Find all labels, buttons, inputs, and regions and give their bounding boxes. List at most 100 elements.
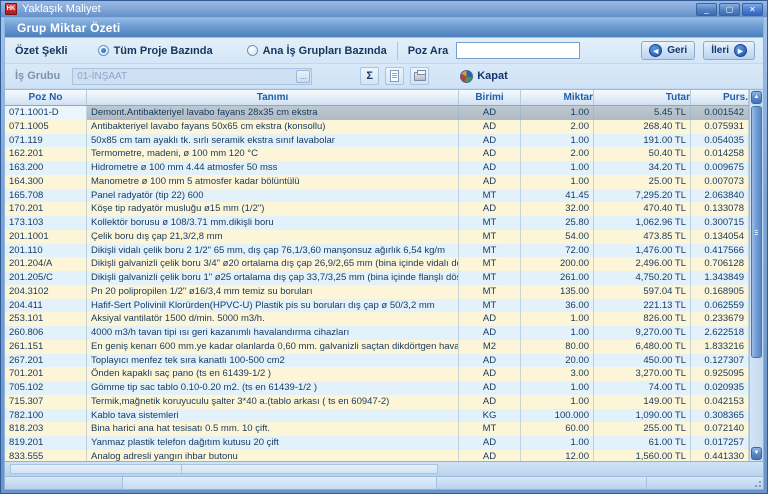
cell-birimi: AD [459,436,521,450]
scroll-up-icon[interactable]: ▲ [751,91,762,104]
table-row[interactable]: 165.708 Panel radyatör (tip 22) 600 MT 4… [5,189,749,203]
cell-purs: 0.075931 [691,120,749,134]
cell-purs: 0.168905 [691,285,749,299]
document-icon [390,70,399,82]
cell-tutar: 1,476.00 TL [594,244,691,258]
scrollbar-thumb[interactable] [751,106,762,358]
close-panel-button[interactable]: Kapat [453,67,515,86]
table-row[interactable]: 201.110 Dikişli vidalı çelik boru 2 1/2"… [5,244,749,258]
cell-tutar: 1,090.00 TL [594,409,691,423]
cell-birimi: AD [459,106,521,120]
cell-tanimi: Çelik boru dış çap 21,3/2,8 mm [87,230,459,244]
cell-miktar: 32.00 [521,202,594,216]
table-row[interactable]: 071.1001-D Demont.Antibakteriyel lavabo … [5,106,749,120]
cell-miktar: 41.45 [521,189,594,203]
forward-button[interactable]: İleri ► [703,41,755,60]
column-header-pozno[interactable]: Poz No [5,90,87,105]
table-row[interactable]: 261.151 En geniş kenarı 600 mm.ye kadar … [5,340,749,354]
cell-pozno: 261.151 [5,340,87,354]
page-header: Grup Miktar Özeti [5,18,763,38]
cell-pozno: 267.201 [5,354,87,368]
radio-work-groups[interactable]: Ana İş Grupları Bazında [247,45,387,57]
cell-tanimi: Manometre ø 100 mm 5 atmosfer kadar bölü… [87,175,459,189]
resize-grip[interactable] [752,478,762,488]
column-header-miktar[interactable]: Miktar [521,90,594,105]
table-row[interactable]: 715.307 Termik,mağnetik koruyuculu şalte… [5,395,749,409]
table-row[interactable]: 170.201 Köşe tip radyatör musluğu ø15 mm… [5,202,749,216]
cell-miktar: 1.00 [521,134,594,148]
cell-purs: 0.417566 [691,244,749,258]
cell-birimi: AD [459,202,521,216]
table-row[interactable]: 071.119 50x85 cm tam ayaklı tk. sırlı se… [5,134,749,148]
toolbar: İş Grubu 01-İNŞAAT ... Σ Kapat [5,64,763,89]
table-row[interactable]: 701.201 Önden kapaklı saç pano (ts en 61… [5,367,749,381]
cell-miktar: 1.00 [521,161,594,175]
cell-pozno: 715.307 [5,395,87,409]
cell-miktar: 261.00 [521,271,594,285]
cell-tutar: 7,295.20 TL [594,189,691,203]
table-row[interactable]: 201.204/A Dikişli galvanizli çelik boru … [5,257,749,271]
cell-purs: 1.833216 [691,340,749,354]
column-header-tanimi[interactable]: Tanımı [87,90,459,105]
report-button[interactable] [385,67,404,85]
cell-birimi: AD [459,381,521,395]
table-row[interactable]: 267.201 Toplayıcı menfez tek sıra kanatl… [5,354,749,368]
cell-miktar: 1.00 [521,175,594,189]
cell-tutar: 1,560.00 TL [594,450,691,461]
cell-purs: 0.134054 [691,230,749,244]
radio-whole-project[interactable]: Tüm Proje Bazında [98,45,213,57]
column-header-birimi[interactable]: Birimi [459,90,521,105]
cell-tutar: 5.45 TL [594,106,691,120]
cell-pozno: 201.204/A [5,257,87,271]
table-row[interactable]: 253.101 Aksiyal vantilatör 1500 d/min. 5… [5,312,749,326]
column-header-tutar[interactable]: Tutar [594,90,691,105]
column-header-purs[interactable]: Purs. [691,90,749,105]
back-button[interactable]: ◄ Geri [641,41,695,60]
table-row[interactable]: 201.205/C Dikişli galvanizli çelik boru … [5,271,749,285]
cell-miktar: 1.00 [521,312,594,326]
cell-tanimi: Pn 20 polipropilen 1/2" ø16/3,4 mm temiz… [87,285,459,299]
table-row[interactable]: 705.102 Gömme tip sac tablo 0.10-0.20 m2… [5,381,749,395]
cell-tutar: 3,270.00 TL [594,367,691,381]
vertical-scrollbar[interactable]: ▲ ▼ [749,90,763,461]
cell-tanimi: Antibakteriyel lavabo fayans 50x65 cm ek… [87,120,459,134]
cell-tanimi: Kollektör borusu ø 108/3.71 mm.dikişli b… [87,216,459,230]
table-row[interactable]: 164.300 Manometre ø 100 mm 5 atmosfer ka… [5,175,749,189]
titlebar: HK Yaklaşık Maliyet _ ▢ ✕ [1,1,767,17]
cell-birimi: MT [459,230,521,244]
sum-button[interactable]: Σ [360,67,379,85]
cell-tanimi: Toplayıcı menfez tek sıra kanatlı 100-50… [87,354,459,368]
cell-pozno: 253.101 [5,312,87,326]
table-row[interactable]: 204.3102 Pn 20 polipropilen 1/2" ø16/3,4… [5,285,749,299]
status-panel-4 [647,477,763,489]
cell-tutar: 74.00 TL [594,381,691,395]
status-panel-3 [437,477,647,489]
radio-unchecked-icon [247,45,258,56]
cell-pozno: 818.203 [5,422,87,436]
maximize-button[interactable]: ▢ [719,3,740,16]
table-row[interactable]: 818.203 Bina harici ana hat tesisatı 0.5… [5,422,749,436]
table-row[interactable]: 163.200 Hidrometre ø 100 mm 4.44 atmosfe… [5,161,749,175]
table-row[interactable]: 782.100 Kablo tava sistemleri KG 100.000… [5,409,749,423]
table-row[interactable]: 173.103 Kollektör borusu ø 108/3.71 mm.d… [5,216,749,230]
table-row[interactable]: 260.806 4000 m3/h tavan tipi ısı geri ka… [5,326,749,340]
table-row[interactable]: 833.555 Analog adresli yangın ihbar buto… [5,450,749,461]
table-row[interactable]: 162.201 Termometre, madeni, ø 100 mm 120… [5,147,749,161]
table-row[interactable]: 071.1005 Antibakteriyel lavabo fayans 50… [5,120,749,134]
scroll-down-icon[interactable]: ▼ [751,447,762,460]
cell-tanimi: Yanmaz plastik telefon dağıtım kutusu 20… [87,436,459,450]
work-group-browse-button[interactable]: ... [296,70,310,83]
minimize-button[interactable]: _ [696,3,717,16]
search-input[interactable] [456,42,580,59]
table-row[interactable]: 819.201 Yanmaz plastik telefon dağıtım k… [5,436,749,450]
close-button[interactable]: ✕ [742,3,763,16]
cell-tanimi: Köşe tip radyatör musluğu ø15 mm (1/2") [87,202,459,216]
table-row[interactable]: 204.411 Hafif-Sert Polivinil Klorürden(H… [5,299,749,313]
grid-footer-cells [10,464,438,474]
cell-tutar: 268.40 TL [594,120,691,134]
cell-pozno: 163.200 [5,161,87,175]
exit-icon [460,70,473,83]
cell-pozno: 170.201 [5,202,87,216]
print-button[interactable] [410,67,429,85]
table-row[interactable]: 201.1001 Çelik boru dış çap 21,3/2,8 mm … [5,230,749,244]
